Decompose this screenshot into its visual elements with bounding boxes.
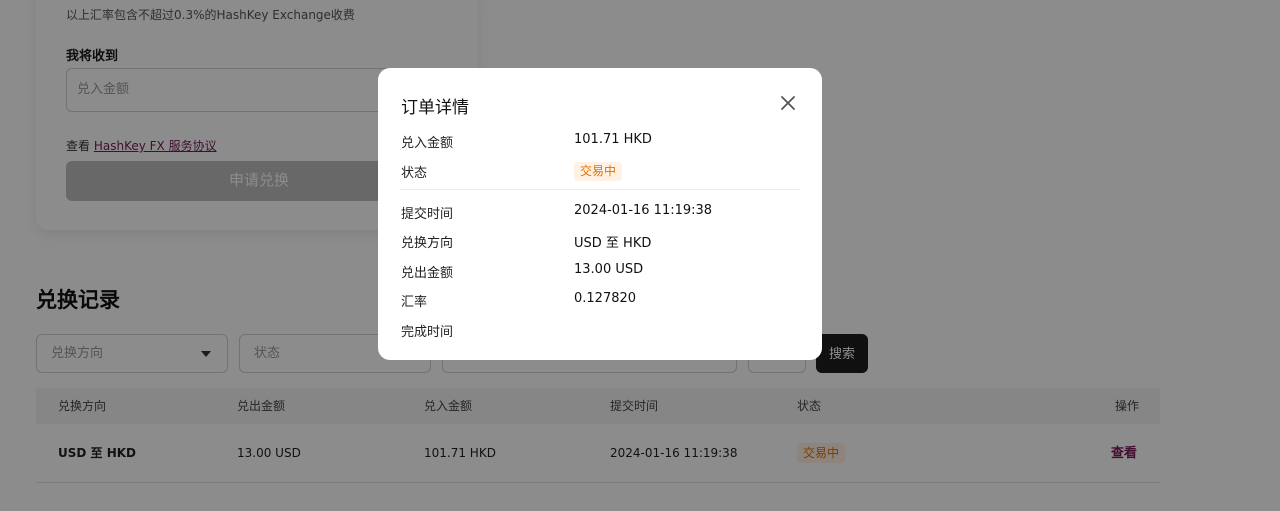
detail-value-in-amount: 101.71 HKD	[574, 132, 652, 147]
detail-value-direction: USD 至 HKD	[574, 236, 652, 251]
modal-title: 订单详情	[401, 98, 469, 118]
detail-divider	[400, 189, 800, 190]
close-icon[interactable]	[780, 95, 796, 111]
detail-label-direction: 兑换方向	[401, 236, 454, 251]
detail-label-submit-time: 提交时间	[401, 207, 454, 222]
detail-label-status: 状态	[401, 166, 428, 181]
detail-label-complete-time: 完成时间	[401, 325, 454, 340]
detail-value-submit-time: 2024-01-16 11:19:38	[574, 203, 713, 218]
detail-value-out-amount: 13.00 USD	[574, 262, 644, 277]
detail-value-rate: 0.127820	[574, 291, 637, 306]
detail-label-out-amount: 兑出金额	[401, 266, 454, 281]
order-detail-modal: 订单详情 兑入金额 101.71 HKD 状态 交易中 提交时间 2024-01…	[378, 68, 822, 360]
detail-label-rate: 汇率	[401, 295, 428, 310]
detail-status-badge: 交易中	[574, 162, 623, 181]
detail-label-in-amount: 兑入金额	[401, 136, 454, 151]
